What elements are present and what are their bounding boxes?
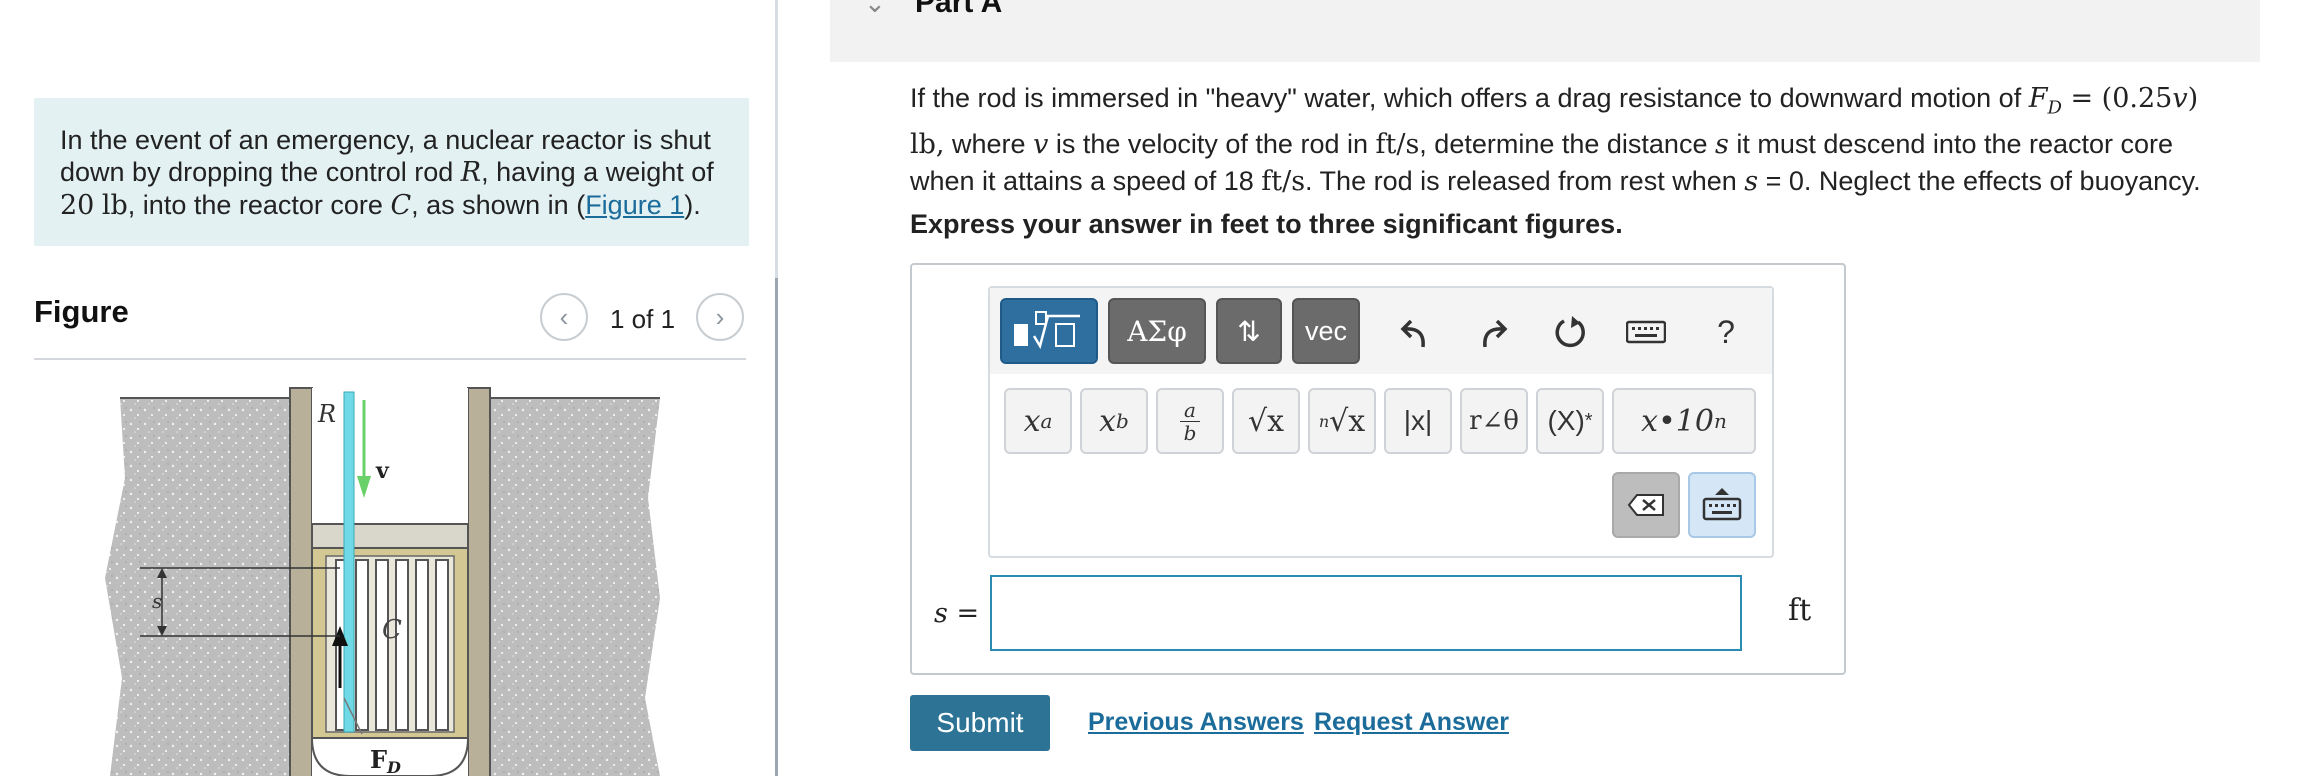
label-velocity: v — [375, 458, 390, 484]
control-rod — [343, 391, 355, 733]
problem-text: where — [944, 129, 1034, 160]
problem-statement: If the rod is immersed in "heavy" water,… — [910, 80, 2240, 200]
help-button[interactable]: ? — [1700, 306, 1752, 358]
redo-icon — [1483, 319, 1508, 348]
figure-link[interactable]: Figure 1 — [585, 190, 684, 220]
arrows-button[interactable]: ⇅ — [1216, 298, 1282, 364]
intro-text: , having a weight of — [481, 157, 714, 187]
intro-text: , as shown in ( — [411, 190, 586, 220]
keyboard-up-icon — [1702, 488, 1742, 521]
shaft-wall-right — [467, 387, 491, 776]
keyboard-icon — [1626, 320, 1666, 344]
v-symbol: v — [1033, 129, 1049, 161]
undo-button[interactable] — [1390, 306, 1442, 358]
core-symbol: C — [390, 190, 412, 221]
s-symbol: s — [1714, 129, 1729, 161]
math-palette: ΑΣφ ⇅ vec ? xa xb ab √x n √x |x| r∠θ (X) *… — [988, 286, 1774, 558]
equation: = (0.25 — [2061, 83, 2173, 114]
key-label: (X) — [1547, 405, 1585, 436]
fraction-den: b — [1183, 420, 1197, 445]
rod-symbol: R — [460, 157, 482, 188]
figure-title: Figure — [34, 294, 129, 329]
fraction-key[interactable]: ab — [1156, 388, 1224, 454]
subscript-key[interactable]: xb — [1080, 388, 1148, 454]
chevron-down-icon: ⌄ — [864, 0, 886, 18]
answer-variable-label: s = — [934, 598, 979, 629]
polar-key[interactable]: r∠θ — [1460, 388, 1528, 454]
vector-button[interactable]: vec — [1292, 298, 1360, 364]
redo-button[interactable] — [1466, 306, 1518, 358]
answer-unit: ft — [1788, 593, 1812, 628]
weight-value: 20 — [60, 190, 95, 221]
request-answer-link[interactable]: Request Answer — [1314, 708, 1509, 737]
key-sub: b — [1116, 409, 1129, 433]
equation-v: v — [2172, 83, 2188, 114]
left-panel: In the event of an emergency, a nuclear … — [0, 0, 775, 776]
problem-text: , determine the distance — [1419, 129, 1715, 160]
nthroot-key[interactable]: n √x — [1308, 388, 1376, 454]
answer-instruction: Express your answer in feet to three sig… — [910, 209, 1623, 239]
figure-next-button[interactable]: › — [696, 293, 744, 341]
root-index: n — [1318, 411, 1330, 431]
conjugate-key[interactable]: (X) * — [1536, 388, 1604, 454]
key-label: x — [1099, 403, 1117, 439]
undo-icon — [1400, 319, 1425, 348]
greek-button[interactable]: ΑΣφ — [1108, 298, 1206, 364]
templates-button[interactable] — [1000, 298, 1098, 364]
fd-symbol: F — [2028, 83, 2048, 114]
key-label: √x — [1329, 403, 1366, 439]
label-core: C — [382, 615, 402, 645]
variable-text: s = — [934, 598, 980, 629]
submit-button[interactable]: Submit — [910, 695, 1050, 751]
backspace-button[interactable] — [1612, 472, 1680, 538]
problem-text: . The rod is released from rest when — [1305, 166, 1745, 197]
scientific-notation-key[interactable]: x•10 n — [1612, 388, 1756, 454]
reset-button[interactable] — [1544, 306, 1596, 358]
chevron-right-icon: › — [715, 301, 725, 332]
figure-prev-button[interactable]: ‹ — [540, 293, 588, 341]
figure-counter: 1 of 1 — [610, 304, 676, 334]
s-symbol: s — [1744, 166, 1759, 198]
key-sup: n — [1713, 409, 1727, 433]
unit-fts: ft/s — [1375, 129, 1420, 161]
problem-text: = 0. Neglect the effects of buoyancy. — [1758, 166, 2201, 197]
part-header[interactable]: ⌄ Part A — [830, 0, 2260, 62]
problem-text: is the velocity of the rod in — [1048, 129, 1376, 160]
scrollbar[interactable] — [775, 278, 778, 776]
backspace-icon — [1627, 494, 1664, 516]
keyboard-button[interactable] — [1620, 306, 1672, 358]
toggle-keyboard-button[interactable] — [1688, 472, 1756, 538]
intro-text: ). — [684, 190, 701, 220]
unit-fts: ft/s — [1261, 166, 1306, 198]
reset-icon — [1555, 316, 1585, 348]
previous-answers-link[interactable]: Previous Answers — [1088, 708, 1304, 737]
templates-icon — [1014, 311, 1080, 350]
key-sup: * — [1584, 409, 1593, 432]
chevron-left-icon: ‹ — [559, 301, 569, 332]
figure-header: Figure ‹ 1 of 1 › — [34, 290, 746, 360]
superscript-key[interactable]: xa — [1004, 388, 1072, 454]
fraction-num: a — [1184, 397, 1196, 422]
key-sup: a — [1040, 409, 1053, 433]
weight-unit: lb — [101, 190, 128, 221]
shaft-wall-left — [289, 387, 313, 776]
label-rod: R — [317, 400, 336, 428]
intro-text: , into the reactor core — [127, 190, 391, 220]
key-label: x — [1023, 403, 1041, 439]
abs-key[interactable]: |x| — [1384, 388, 1452, 454]
part-title: Part A — [915, 0, 1003, 19]
reactor-figure: R v s C FD — [105, 387, 660, 776]
answer-input[interactable] — [990, 575, 1742, 651]
fd-subscript: D — [2047, 97, 2062, 119]
sqrt-key[interactable]: √x — [1232, 388, 1300, 454]
problem-intro: In the event of an emergency, a nuclear … — [34, 98, 749, 246]
label-distance: s — [152, 589, 162, 613]
problem-text: If the rod is immersed in "heavy" water,… — [910, 83, 2029, 113]
key-label: x•10 — [1641, 403, 1714, 439]
